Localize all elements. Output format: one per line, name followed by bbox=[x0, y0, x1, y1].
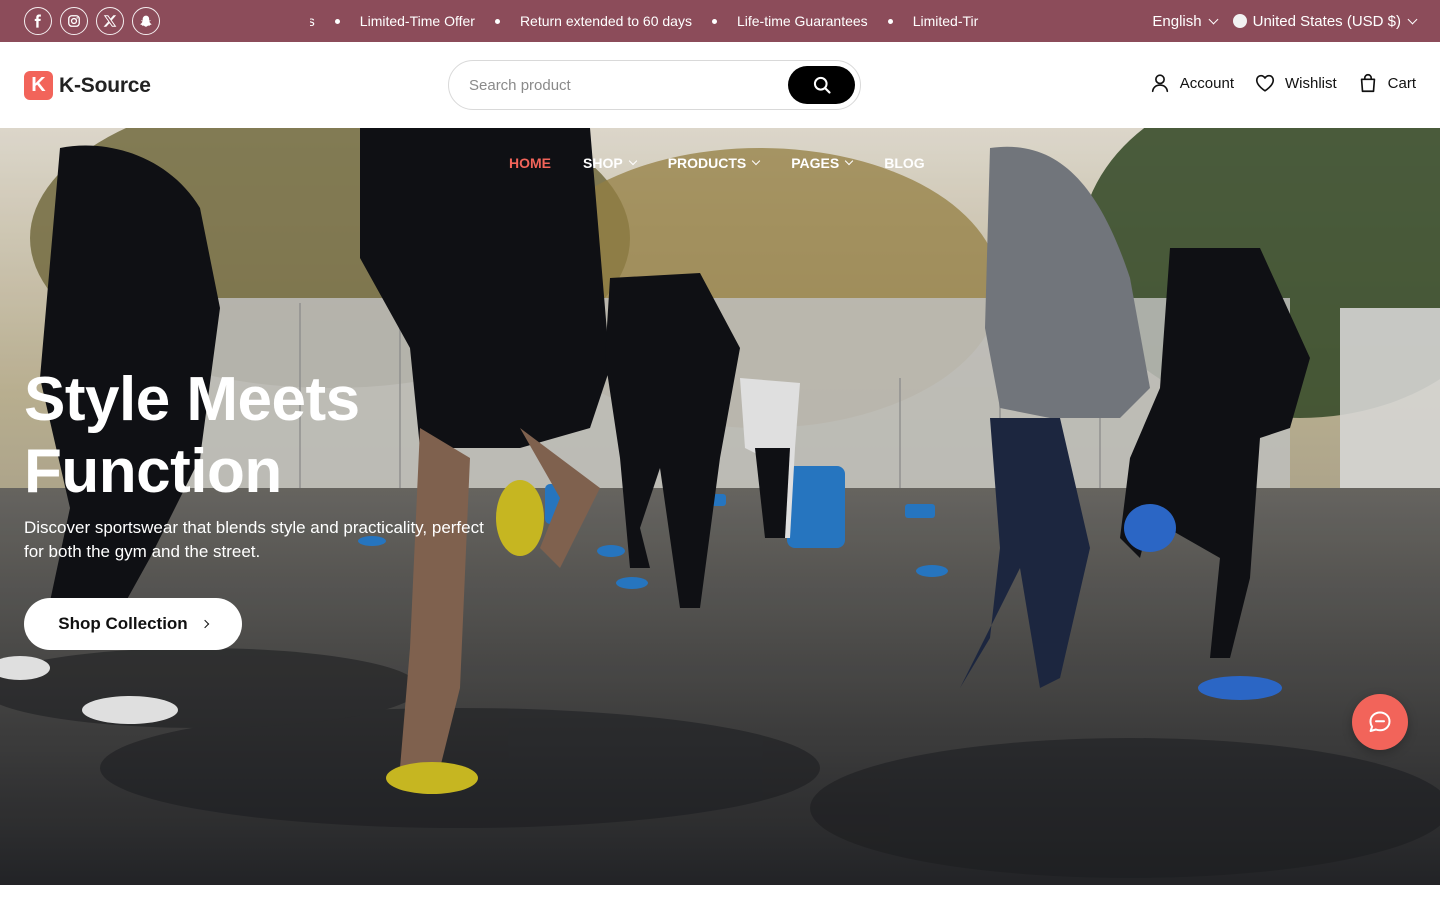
nav-pages-label: PAGES bbox=[791, 155, 840, 171]
nav-products-label: PRODUCTS bbox=[667, 155, 747, 171]
ticker-separator bbox=[711, 18, 717, 24]
wishlist-link[interactable]: Wishlist bbox=[1254, 72, 1337, 94]
ticker-item: Limited-Tir bbox=[912, 13, 979, 29]
header-actions: Account Wishlist Cart bbox=[1149, 72, 1416, 94]
ticker-item: es bbox=[310, 13, 315, 29]
ticker-item: Return extended to 60 days bbox=[519, 13, 692, 29]
chat-button[interactable] bbox=[1352, 694, 1408, 750]
account-label: Account bbox=[1179, 74, 1234, 92]
ticker-track: es Limited-Time Offer Return extended to 6… bbox=[310, 13, 978, 29]
logo-mark: K bbox=[24, 71, 53, 100]
shopping-bag-icon bbox=[1360, 74, 1375, 93]
hero-subtitle: Discover sportswear that blends style an… bbox=[24, 518, 484, 561]
currency-label: United States (USD $) bbox=[1252, 12, 1401, 30]
flag-icon bbox=[1232, 14, 1247, 28]
hero-banner: HOME SHOP PRODUCTS PAGES BLOG Style Meet… bbox=[0, 128, 1440, 885]
account-link[interactable]: Account bbox=[1149, 72, 1234, 94]
language-label: English bbox=[1152, 12, 1202, 30]
chevron-down-icon bbox=[1407, 14, 1418, 24]
shop-collection-label: Shop Collection bbox=[58, 614, 188, 633]
chevron-down-icon bbox=[844, 156, 854, 166]
nav-products[interactable]: PRODUCTS bbox=[667, 155, 761, 171]
logo-text: K-Source bbox=[59, 73, 151, 97]
chevron-down-icon bbox=[628, 156, 637, 166]
ticker-separator bbox=[887, 18, 893, 24]
ticker-separator bbox=[494, 18, 500, 24]
search-button[interactable] bbox=[788, 66, 855, 104]
nav-home[interactable]: HOME bbox=[509, 155, 551, 171]
hero-title: Style Meets Function bbox=[24, 364, 544, 508]
ticker-item: Life-time Guarantees bbox=[736, 13, 868, 29]
nav-blog[interactable]: BLOG bbox=[884, 155, 924, 171]
nav-blog-label: BLOG bbox=[884, 155, 925, 171]
search-bar bbox=[448, 60, 861, 110]
nav-home-label: HOME bbox=[509, 155, 551, 171]
user-icon bbox=[1151, 74, 1168, 93]
snapchat-icon[interactable] bbox=[132, 7, 160, 35]
x-icon[interactable] bbox=[96, 7, 124, 35]
search-input[interactable] bbox=[449, 61, 788, 109]
currency-selector[interactable]: United States (USD $) bbox=[1232, 12, 1418, 30]
locale-selectors: English United States (USD $) bbox=[1152, 0, 1418, 42]
ticker-separator bbox=[334, 18, 340, 24]
hero-title-line1: Style Meets bbox=[24, 365, 360, 434]
instagram-icon[interactable] bbox=[60, 7, 88, 35]
chevron-down-icon bbox=[1208, 14, 1219, 24]
hero-title-line2: Function bbox=[24, 437, 282, 506]
nav-pages[interactable]: PAGES bbox=[791, 155, 854, 171]
shop-collection-button[interactable]: Shop Collection bbox=[24, 598, 242, 650]
nav-shop[interactable]: SHOP bbox=[583, 155, 637, 171]
nav-shop-label: SHOP bbox=[583, 155, 623, 171]
main-nav: HOME SHOP PRODUCTS PAGES BLOG bbox=[509, 155, 925, 171]
wishlist-label: Wishlist bbox=[1284, 74, 1337, 92]
logo[interactable]: K K-Source bbox=[24, 71, 151, 100]
facebook-icon[interactable] bbox=[24, 7, 52, 35]
cart-link[interactable]: Cart bbox=[1357, 72, 1416, 94]
heart-icon bbox=[1255, 74, 1275, 92]
site-header: K K-Source Account Wishlist Cart bbox=[0, 42, 1440, 128]
promo-ticker: es Limited-Time Offer Return extended to 6… bbox=[310, 0, 1010, 42]
social-links bbox=[24, 7, 160, 35]
chevron-right-icon bbox=[200, 619, 209, 629]
chat-bubble-icon bbox=[1369, 711, 1391, 732]
search-icon bbox=[813, 76, 831, 94]
ticker-item: Limited-Time Offer bbox=[359, 13, 475, 29]
chevron-down-icon bbox=[752, 156, 761, 166]
cart-label: Cart bbox=[1387, 74, 1416, 92]
language-selector[interactable]: English bbox=[1152, 12, 1219, 30]
announcement-bar: es Limited-Time Offer Return extended to 6… bbox=[0, 0, 1440, 42]
